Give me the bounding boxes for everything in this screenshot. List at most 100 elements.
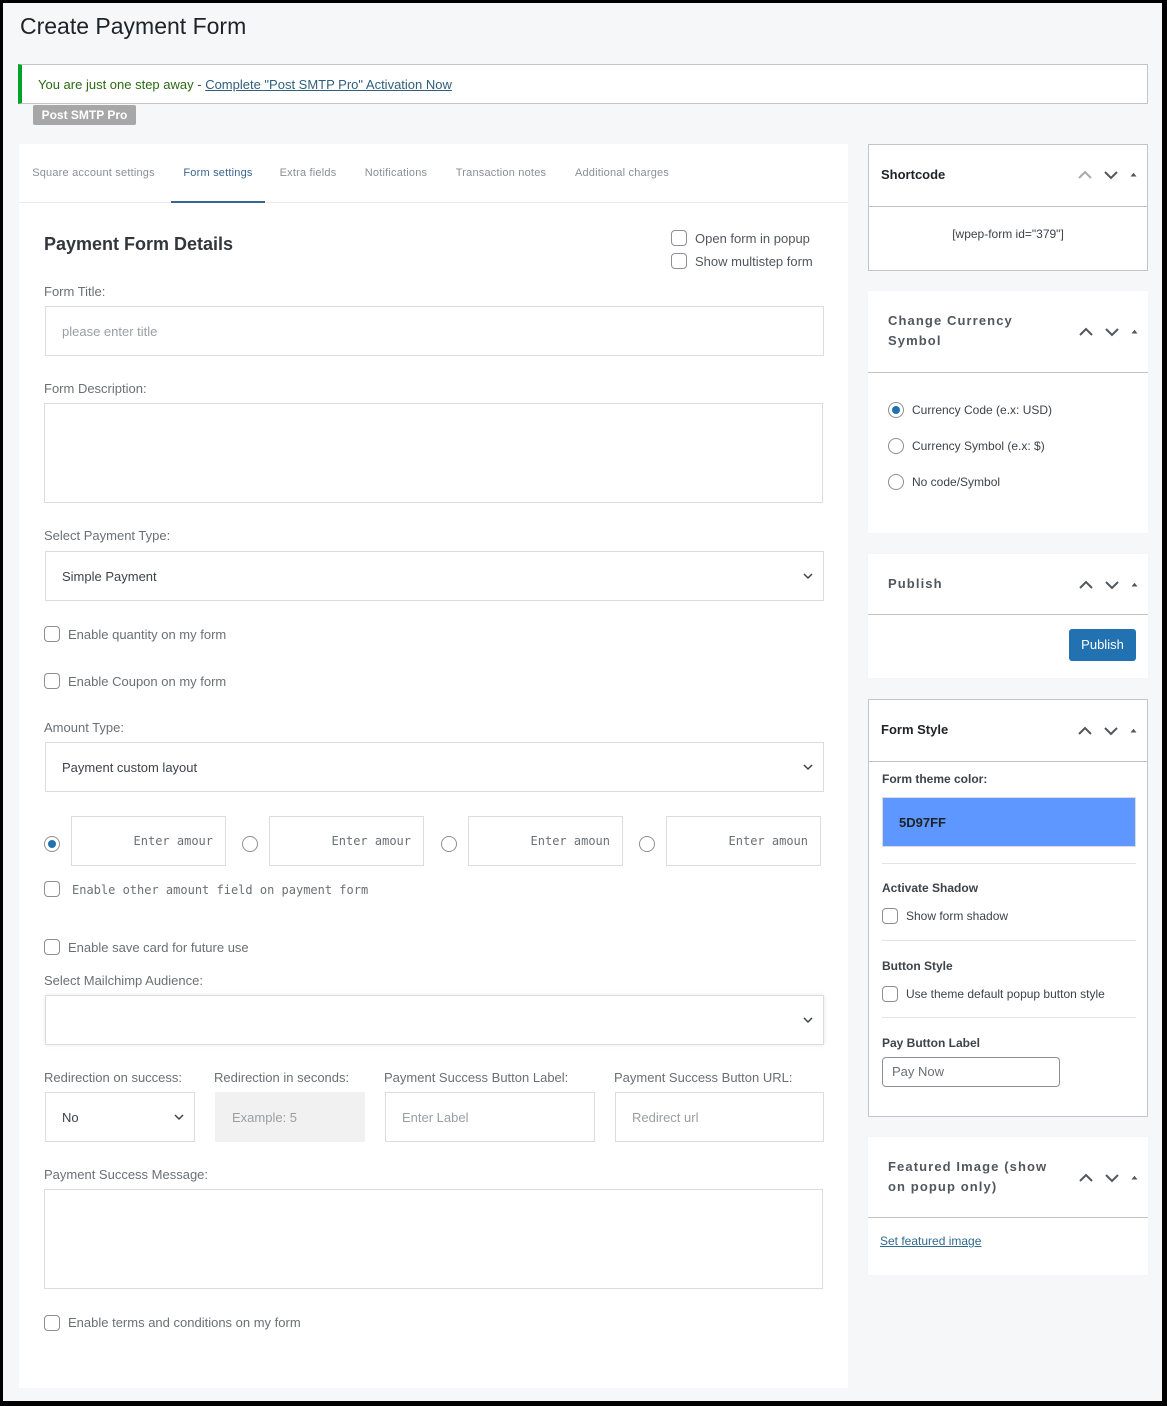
- save-card-checkbox[interactable]: [44, 939, 60, 955]
- enable-coupon-checkbox[interactable]: [44, 673, 60, 689]
- pay-button-label-input[interactable]: Pay Now: [882, 1057, 1060, 1087]
- currency-code-radio[interactable]: [888, 402, 904, 418]
- shortcode-header: Shortcode: [869, 145, 1147, 207]
- shortcode-box: Shortcode [wpep-form id="379"]: [868, 144, 1148, 271]
- no-code-radio[interactable]: [888, 474, 904, 490]
- move-down-icon[interactable]: [1103, 723, 1119, 739]
- move-down-icon[interactable]: [1103, 167, 1119, 183]
- form-description-textarea[interactable]: [44, 403, 823, 503]
- move-up-icon[interactable]: [1078, 1170, 1094, 1186]
- tab-additional-charges[interactable]: Additional charges: [571, 144, 673, 203]
- enable-quantity-label: Enable quantity on my form: [68, 627, 227, 642]
- amount-input-4[interactable]: Enter amoun: [666, 816, 821, 866]
- amount-radio-4[interactable]: [639, 836, 655, 852]
- enable-quantity-checkbox[interactable]: [44, 626, 60, 642]
- multistep-checkbox[interactable]: [671, 253, 687, 269]
- redirection-label: Redirection on success:: [44, 1070, 183, 1085]
- button-style-heading: Button Style: [882, 959, 953, 973]
- save-card-label: Enable save card for future use: [68, 940, 249, 955]
- publish-button[interactable]: Publish: [1069, 629, 1136, 661]
- collapse-toggle-icon[interactable]: [1130, 1170, 1142, 1186]
- redirection-seconds-placeholder: Example: 5: [232, 1109, 298, 1125]
- other-amount-checkbox[interactable]: [44, 881, 60, 897]
- payment-type-select[interactable]: Simple Payment: [45, 551, 824, 601]
- no-code-label: No code/Symbol: [912, 475, 1001, 489]
- form-title-input[interactable]: please enter title: [45, 306, 824, 356]
- amount-radio-1[interactable]: [44, 836, 60, 852]
- move-up-icon[interactable]: [1078, 577, 1094, 593]
- form-description-label: Form Description:: [44, 381, 147, 396]
- publish-header: Publish: [868, 554, 1148, 615]
- amount-radio-2[interactable]: [242, 836, 258, 852]
- currency-symbol-label: Currency Symbol (e.x: $): [912, 439, 1045, 453]
- form-title-label: Form Title:: [44, 284, 106, 299]
- divider: [882, 863, 1136, 864]
- currency-box: Change Currency Symbol Currency Code (e.…: [868, 291, 1148, 533]
- success-message-textarea[interactable]: [44, 1189, 823, 1289]
- move-down-icon[interactable]: [1104, 577, 1120, 593]
- tab-transaction-notes[interactable]: Transaction notes: [453, 144, 549, 203]
- amount-radio-3[interactable]: [441, 836, 457, 852]
- enable-coupon-label: Enable Coupon on my form: [68, 674, 227, 689]
- move-up-icon[interactable]: [1078, 324, 1094, 340]
- currency-title: Change Currency Symbol: [888, 313, 1013, 348]
- move-down-icon[interactable]: [1104, 324, 1120, 340]
- open-popup-checkbox[interactable]: [671, 230, 687, 246]
- success-button-label-input[interactable]: Enter Label: [385, 1092, 595, 1142]
- set-featured-image-link[interactable]: Set featured image: [880, 1234, 981, 1248]
- collapse-toggle-icon[interactable]: [1129, 167, 1141, 183]
- amount-type-label: Amount Type:: [44, 720, 124, 735]
- move-up-icon[interactable]: [1077, 167, 1093, 183]
- currency-code-label: Currency Code (e.x: USD): [912, 403, 1053, 417]
- success-button-url-label: Payment Success Button URL:: [614, 1070, 793, 1085]
- amount-input-3[interactable]: Enter amoun: [468, 816, 623, 866]
- collapse-toggle-icon[interactable]: [1130, 577, 1142, 593]
- success-message-label: Payment Success Message:: [44, 1167, 209, 1182]
- featured-image-controls: [1078, 1170, 1142, 1186]
- tab-extra-fields[interactable]: Extra fields: [278, 144, 338, 203]
- divider: [882, 940, 1136, 941]
- chevron-down-icon: [174, 1114, 184, 1121]
- terms-label: Enable terms and conditions on my form: [68, 1315, 301, 1330]
- show-shadow-checkbox[interactable]: [882, 908, 898, 924]
- collapse-toggle-icon[interactable]: [1130, 324, 1142, 340]
- pay-button-label-heading: Pay Button Label: [882, 1036, 981, 1050]
- divider: [882, 1017, 1136, 1018]
- payment-type-label: Select Payment Type:: [44, 528, 171, 543]
- collapse-toggle-icon[interactable]: [1129, 723, 1141, 739]
- notice-text: You are just one step away -: [38, 77, 206, 92]
- multistep-label: Show multistep form: [695, 254, 813, 269]
- currency-header: Change Currency Symbol: [868, 291, 1148, 373]
- form-style-title: Form Style: [881, 722, 949, 737]
- currency-symbol-radio[interactable]: [888, 438, 904, 454]
- open-popup-label: Open form in popup: [695, 231, 810, 246]
- amount-input-2[interactable]: Enter amour: [269, 816, 424, 866]
- theme-color-picker[interactable]: 5D97FF: [882, 797, 1136, 847]
- mailchimp-select[interactable]: [45, 995, 824, 1045]
- form-style-box: Form Style Form theme color: 5D97FF Acti…: [868, 699, 1148, 1117]
- tab-notifications[interactable]: Notifications: [361, 144, 431, 203]
- redirection-select[interactable]: No: [45, 1092, 195, 1142]
- activation-link[interactable]: Complete "Post SMTP Pro" Activation Now: [205, 77, 452, 92]
- success-button-url-input[interactable]: Redirect url: [615, 1092, 824, 1142]
- page-title: Create Payment Form: [20, 13, 247, 39]
- publish-controls: [1078, 577, 1142, 593]
- tab-square-account-settings[interactable]: Square account settings: [29, 144, 158, 203]
- terms-checkbox[interactable]: [44, 1315, 60, 1331]
- chevron-down-icon: [803, 1017, 813, 1024]
- featured-image-header: Featured Image (show on popup only): [868, 1137, 1148, 1218]
- amount-type-select[interactable]: Payment custom layout: [45, 742, 824, 792]
- theme-button-style-checkbox[interactable]: [882, 986, 898, 1002]
- theme-button-style-label: Use theme default popup button style: [906, 987, 1105, 1001]
- featured-image-title: Featured Image (show on popup only): [888, 1159, 1048, 1194]
- currency-controls: [1078, 324, 1142, 340]
- amount-input-1[interactable]: Enter amour: [71, 816, 226, 866]
- move-up-icon[interactable]: [1077, 723, 1093, 739]
- form-style-controls: [1077, 723, 1141, 739]
- form-style-header: Form Style: [869, 700, 1147, 762]
- tab-form-settings[interactable]: Form settings: [171, 144, 265, 203]
- redirection-seconds-input[interactable]: Example: 5: [215, 1092, 365, 1142]
- move-down-icon[interactable]: [1104, 1170, 1120, 1186]
- activation-notice: You are just one step away - Complete "P…: [18, 64, 1148, 104]
- shortcode-value[interactable]: [wpep-form id="379"]: [869, 227, 1147, 241]
